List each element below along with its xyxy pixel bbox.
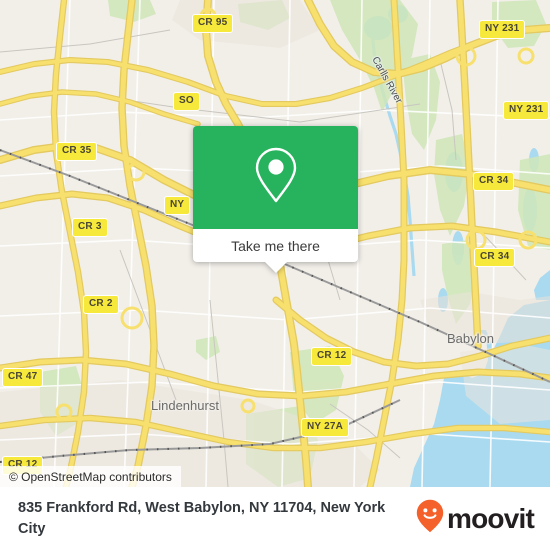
map-screenshot: CR 95 NY 231 SO NY 231 CR 35 CR 34 NY CR 3 CR 34… [0,0,550,550]
moovit-wordmark: moovit [447,502,535,534]
map-pin-icon [254,146,298,209]
road-shield: SO [173,92,200,111]
road-shield: CR 34 [474,248,516,267]
attribution-text[interactable]: © OpenStreetMap contributors [9,471,172,483]
road-shield: CR 35 [56,142,98,161]
popup-card-tail [264,262,287,273]
road-shield: CR 12 [311,347,353,366]
address-footer-bar: 835 Frankford Rd, West Babylon, NY 11704… [0,487,550,550]
road-shield: NY 27A [301,418,350,437]
road-shield: NY 231 [479,20,526,39]
popup-card-header [193,126,358,229]
map-canvas[interactable]: CR 95 NY 231 SO NY 231 CR 35 CR 34 NY CR 3 CR 34… [0,0,550,487]
road-shield: CR 95 [192,14,234,33]
moovit-smiley-pin-icon [416,499,444,538]
moovit-logo[interactable]: moovit [416,499,535,538]
place-label: Lindenhurst [151,398,219,413]
road-shield: NY 231 [503,101,550,120]
popup-card-footer[interactable]: Take me there [193,229,358,262]
address-text: 835 Frankford Rd, West Babylon, NY 11704… [18,499,386,537]
place-label: Babylon [447,331,494,346]
road-shield: CR 47 [2,368,44,387]
road-shield: NY [164,196,191,215]
road-shield: CR 3 [72,218,108,237]
take-me-there-button[interactable]: Take me there [231,239,320,253]
road-shield: CR 2 [83,295,119,314]
location-popup-card[interactable]: Take me there [193,126,358,273]
road-shield: CR 34 [473,172,515,191]
map-attribution-bar[interactable]: © OpenStreetMap contributors [0,466,181,487]
